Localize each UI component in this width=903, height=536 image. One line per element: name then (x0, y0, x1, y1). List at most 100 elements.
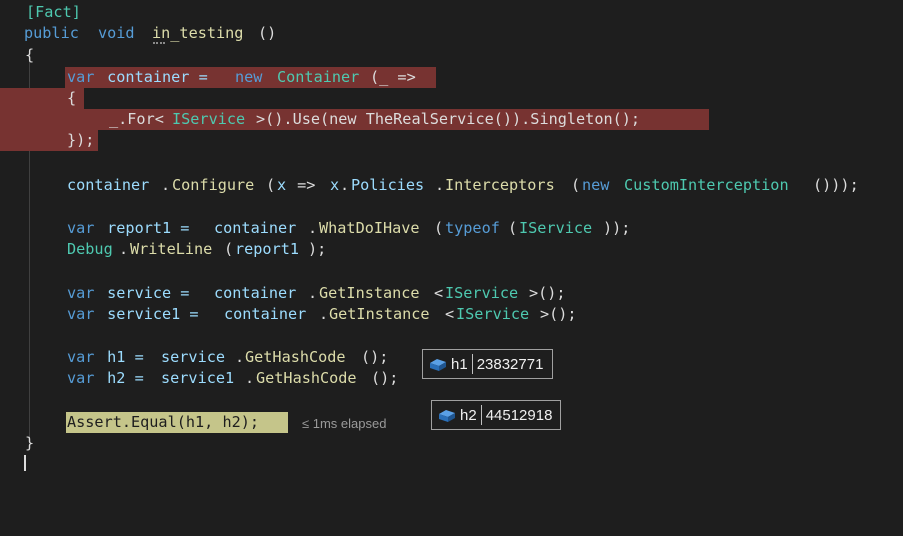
datatip-name: h2 (460, 406, 477, 424)
type-iservice: IService (519, 219, 593, 237)
paren-end: )); (603, 219, 631, 237)
identifier-h1: h1 = (98, 348, 153, 366)
type-iservice: IService (445, 284, 519, 302)
dot: . (235, 348, 245, 366)
angle: < (445, 305, 455, 323)
code-line[interactable]: public void in_testing () (0, 23, 276, 44)
method-interceptors: Interceptors (445, 176, 555, 194)
code-line[interactable]: { (0, 45, 37, 66)
assert-statement: Assert.Equal(h1, h2); (67, 413, 260, 431)
text-caret (24, 455, 26, 471)
method-writeline: WriteLine (130, 240, 213, 258)
keyword-var: var (67, 369, 95, 387)
code-line[interactable]: container . Configure ( x => x . Policie… (0, 175, 859, 196)
code-line[interactable]: Debug . WriteLine ( report1 ); (0, 239, 326, 260)
datatip-value[interactable]: 23832771 (473, 356, 550, 373)
inner-close: }); (67, 131, 95, 149)
paren: ( (434, 219, 444, 237)
call-end: (); (361, 348, 389, 366)
keyword-typeof: typeof (445, 219, 500, 237)
code-editor[interactable]: [Fact] public void in_testing () { var c… (0, 0, 903, 471)
type-debug: Debug (67, 240, 113, 258)
method-gethashcode: GetHashCode (256, 369, 357, 387)
code-line[interactable]: [Fact] (0, 2, 81, 23)
keyword-void: void (98, 24, 135, 42)
keyword-new: new (582, 176, 610, 194)
identifier-service1: service1 (161, 369, 235, 387)
property-policies: Policies (351, 176, 425, 194)
method-configure: Configure (172, 176, 255, 194)
code-line[interactable]: Assert.Equal(h1, h2); (0, 412, 259, 433)
fact-attribute: [Fact] (26, 3, 81, 21)
parens: () (258, 24, 277, 42)
keyword-var: var (67, 284, 95, 302)
param-x: x (277, 176, 287, 194)
call-end: (); (371, 369, 399, 387)
identifier-container: container (67, 176, 150, 194)
code-line[interactable]: var service1 = container . GetInstance <… (0, 304, 577, 325)
type-container: Container (277, 68, 360, 86)
paren: ( (266, 176, 276, 194)
identifier-service: service = (98, 284, 199, 302)
field-icon (427, 353, 449, 375)
paren-end: ())); (813, 176, 859, 194)
dot: . (308, 219, 318, 237)
code-line[interactable]: var h2 = service1 . GetHashCode (); (0, 368, 398, 389)
identifier-h2: h2 = (98, 369, 153, 387)
method-getinstance: GetInstance (319, 284, 420, 302)
inner-open-brace: { (67, 89, 77, 107)
dot: . (435, 176, 445, 194)
paren: ( (224, 240, 234, 258)
call-end: >(); (540, 305, 577, 323)
perf-tip-elapsed[interactable]: ≤ 1ms elapsed (302, 416, 386, 431)
code-lens-dots (153, 40, 165, 44)
code-line[interactable]: var container = new Container (_ => (0, 67, 416, 88)
paren-end: ); (308, 240, 327, 258)
call-end: >(); (529, 284, 566, 302)
identifier-container: container (224, 305, 307, 323)
type-iservice: IService (172, 110, 246, 128)
close-brace: } (25, 434, 35, 452)
dot: . (319, 305, 329, 323)
identifier-container: container = (98, 68, 217, 86)
identifier-service1: service1 = (98, 305, 208, 323)
dot: . (308, 284, 318, 302)
dot: . (161, 176, 171, 194)
arrow: => (288, 176, 325, 194)
datatip-value[interactable]: 44512918 (482, 407, 559, 424)
lambda-start: (_ => (370, 68, 416, 86)
datatip-name: h1 (451, 355, 468, 373)
keyword-var: var (67, 305, 95, 323)
code-line[interactable]: } (0, 433, 37, 454)
keyword-public: public (24, 24, 79, 42)
identifier-report1: report1 = (98, 219, 199, 237)
code-line[interactable]: _.For< IService >().Use(new TheRealServi… (0, 109, 640, 130)
field-icon (436, 404, 458, 426)
angle: < (434, 284, 444, 302)
identifier-service: service (161, 348, 226, 366)
code-line[interactable]: var report1 = container . WhatDoIHave ( … (0, 218, 630, 239)
open-brace: { (25, 46, 35, 64)
method-getinstance: GetInstance (329, 305, 430, 323)
for-prefix: _.For< (109, 110, 164, 128)
identifier-report1: report1 (235, 240, 300, 258)
keyword-new: new (235, 68, 263, 86)
dot: . (340, 176, 350, 194)
code-line[interactable]: var h1 = service . GetHashCode (); (0, 347, 388, 368)
param-x: x (330, 176, 340, 194)
identifier-container: container (214, 219, 297, 237)
code-line[interactable]: { (0, 88, 76, 109)
for-rest: >().Use(new TheRealService()).Singleton(… (256, 110, 641, 128)
method-name[interactable]: in_testing (152, 23, 243, 44)
code-line[interactable]: var service = container . GetInstance < … (0, 283, 566, 304)
dot: . (245, 369, 255, 387)
type-iservice: IService (456, 305, 530, 323)
keyword-var: var (67, 219, 95, 237)
datatip-h2[interactable]: h2 44512918 (431, 400, 561, 430)
type-custominterception: CustomInterception (624, 176, 789, 194)
datatip-h1[interactable]: h1 23832771 (422, 349, 553, 379)
paren: ( (571, 176, 581, 194)
method-whatdoihave: WhatDoIHave (319, 219, 420, 237)
method-gethashcode: GetHashCode (245, 348, 346, 366)
code-line[interactable]: }); (0, 130, 94, 151)
